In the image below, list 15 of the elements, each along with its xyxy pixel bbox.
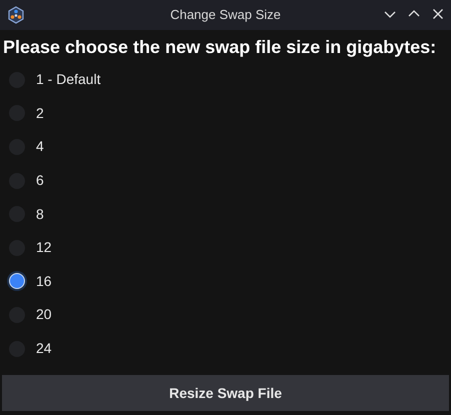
option-label: 2: [36, 104, 44, 123]
close-icon[interactable]: [431, 7, 445, 21]
option-label: 24: [36, 339, 52, 358]
option-label: 4: [36, 137, 44, 156]
prompt-text: Please choose the new swap file size in gigabytes:: [2, 36, 438, 59]
window-title: Change Swap Size: [170, 6, 281, 24]
option-label: 8: [36, 204, 44, 224]
hexagon-logo-icon: [7, 6, 25, 24]
option-label: 20: [36, 305, 52, 324]
option-label: 16: [36, 272, 52, 291]
resize-button[interactable]: Resize Swap File: [2, 375, 449, 411]
radio-button[interactable]: [9, 273, 25, 290]
option-label: 12: [36, 238, 52, 258]
option-label: 1 - Default: [36, 70, 101, 90]
option-label: 6: [36, 171, 44, 190]
